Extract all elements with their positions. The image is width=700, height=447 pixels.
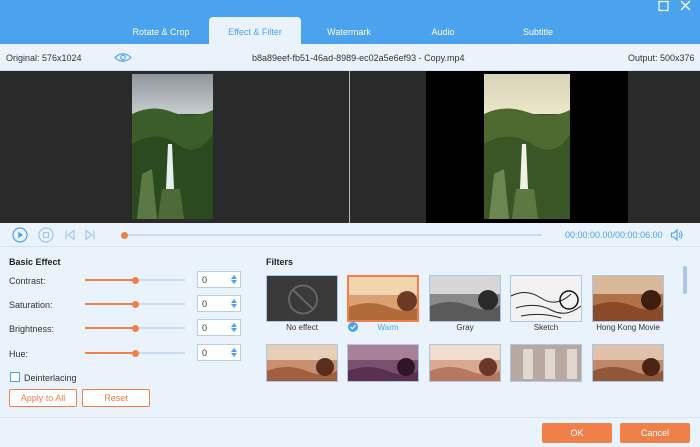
output-resolution: Output: 500x376: [628, 53, 695, 63]
file-name: b8a89eef-fb51-46ad-8989-ec02a5e6ef93 - C…: [252, 53, 465, 63]
filter-label-hong-kong-movie: Hong Kong Movie: [596, 323, 660, 332]
next-frame-icon[interactable]: [84, 229, 96, 243]
hue-slider[interactable]: [85, 349, 185, 357]
apply-to-all-button[interactable]: Apply to All: [9, 389, 77, 407]
tab-subtitle[interactable]: Subtitle: [495, 17, 581, 44]
stepper-down-icon[interactable]: [231, 304, 237, 308]
original-video-frame: [132, 74, 213, 219]
saturation-stepper[interactable]: 0: [197, 295, 241, 312]
filter-label-warm: Warm: [377, 323, 399, 332]
previous-frame-icon[interactable]: [64, 229, 76, 243]
original-resolution: Original: 576x1024: [6, 53, 82, 63]
saturation-value: 0: [202, 299, 208, 309]
brightness-stepper[interactable]: 0: [197, 319, 241, 336]
maximize-icon[interactable]: [656, 0, 672, 14]
stepper-up-icon[interactable]: [231, 323, 237, 327]
filter-thumbnail[interactable]: [347, 344, 419, 382]
tab-bar: Rotate & Crop Effect & Filter Watermark …: [0, 0, 700, 44]
filter-hong-kong-movie[interactable]: [592, 275, 664, 322]
filter-thumbnail[interactable]: [429, 344, 501, 382]
stepper-down-icon[interactable]: [231, 280, 237, 284]
filter-thumbnail[interactable]: [510, 344, 582, 382]
eye-icon[interactable]: [114, 52, 132, 65]
filter-label-gray: Gray: [456, 323, 474, 332]
saturation-slider[interactable]: [85, 300, 185, 308]
stepper-up-icon[interactable]: [231, 348, 237, 352]
preview-divider: [349, 71, 350, 223]
playback-bar: 00:00:00.00/00:00:06.00: [0, 223, 700, 247]
ok-button[interactable]: OK: [542, 423, 612, 443]
hue-label: Hue:: [9, 349, 29, 359]
brightness-slider[interactable]: [85, 324, 185, 332]
stepper-down-icon[interactable]: [231, 353, 237, 357]
contrast-value: 0: [202, 275, 208, 285]
stepper-down-icon[interactable]: [231, 328, 237, 332]
filter-thumbnail[interactable]: [266, 344, 338, 382]
brightness-label: Brightness:: [9, 324, 55, 334]
filter-sketch[interactable]: [510, 275, 582, 322]
brightness-slider-thumb[interactable]: [131, 324, 139, 332]
no-effect-icon: [288, 284, 318, 315]
tab-audio[interactable]: Audio: [400, 17, 486, 44]
contrast-label: Contrast:: [9, 276, 46, 286]
saturation-slider-thumb[interactable]: [131, 300, 139, 308]
filter-thumbnail[interactable]: [592, 344, 664, 382]
deinterlacing-checkbox[interactable]: [10, 372, 20, 382]
filter-label-sketch: Sketch: [533, 323, 559, 332]
brightness-value: 0: [202, 323, 208, 333]
cancel-button[interactable]: Cancel: [620, 423, 690, 443]
stepper-up-icon[interactable]: [231, 299, 237, 303]
hue-slider-thumb[interactable]: [131, 349, 139, 357]
reset-button[interactable]: Reset: [82, 389, 150, 407]
filter-warm[interactable]: [347, 275, 419, 322]
output-video-frame: [484, 74, 570, 219]
tab-rotate-crop[interactable]: Rotate & Crop: [118, 17, 204, 44]
video-preview: [0, 71, 700, 223]
stop-icon[interactable]: [38, 227, 54, 245]
tab-watermark[interactable]: Watermark: [306, 17, 392, 44]
contrast-slider[interactable]: [85, 276, 185, 284]
saturation-label: Saturation:: [9, 300, 53, 310]
deinterlacing-label: Deinterlacing: [24, 373, 77, 383]
filter-gray[interactable]: [429, 275, 501, 322]
progress-thumb[interactable]: [120, 231, 128, 239]
stepper-up-icon[interactable]: [231, 275, 237, 279]
time-display: 00:00:00.00/00:00:06.00: [565, 230, 663, 240]
tab-effect-filter[interactable]: Effect & Filter: [209, 17, 301, 44]
contrast-stepper[interactable]: 0: [197, 271, 241, 288]
filter-label-no-effect: No effect: [286, 323, 318, 332]
close-icon[interactable]: [678, 0, 694, 14]
hue-stepper[interactable]: 0: [197, 344, 241, 361]
progress-track[interactable]: [120, 231, 542, 239]
hue-value: 0: [202, 348, 208, 358]
filters-title: Filters: [266, 257, 294, 267]
volume-icon[interactable]: [670, 228, 684, 244]
filter-no-effect[interactable]: [266, 275, 338, 322]
filters-scrollbar[interactable]: [683, 266, 687, 294]
basic-effect-title: Basic Effect: [9, 257, 61, 267]
info-bar: Original: 576x1024 b8a89eef-fb51-46ad-89…: [0, 44, 700, 71]
contrast-slider-thumb[interactable]: [131, 276, 139, 284]
play-icon[interactable]: [12, 227, 28, 245]
